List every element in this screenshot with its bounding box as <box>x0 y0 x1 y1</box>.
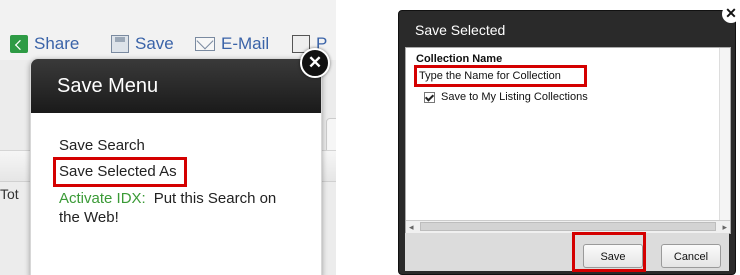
save-menu-title: Save Menu <box>31 59 321 113</box>
dialog-close-icon[interactable]: ✕ <box>722 5 740 23</box>
save-menu-popup: Save Menu Save Search Save Selected As A… <box>30 58 322 275</box>
share-icon <box>10 35 28 53</box>
collection-name-label: Collection Name <box>416 53 503 65</box>
save-selected-as-item[interactable]: Save Selected As <box>53 157 187 187</box>
save-menu-close-icon[interactable]: ✕ <box>300 48 330 78</box>
left-screenshot: Share Save E-Mail P Tot Save Menu Save S… <box>0 0 336 275</box>
save-to-collections-row[interactable]: Save to My Listing Collections <box>424 91 588 103</box>
save-button-highlight <box>572 232 646 272</box>
collection-name-input[interactable]: Type the Name for Collection <box>414 65 587 87</box>
scroll-left-arrow-icon[interactable]: ◂ <box>409 221 414 233</box>
save-to-collections-checkbox[interactable] <box>424 91 435 103</box>
email-button[interactable]: E-Mail <box>195 34 269 54</box>
dialog-content: Collection Name Type the Name for Collec… <box>405 47 731 234</box>
scroll-right-arrow-icon[interactable]: ▸ <box>722 221 727 233</box>
save-menu-body: Save Search Save Selected As Activate ID… <box>31 113 321 227</box>
background-total-text: Tot <box>0 186 19 202</box>
email-label: E-Mail <box>221 34 270 53</box>
save-label: Save <box>135 34 174 53</box>
save-search-item[interactable]: Save Search <box>59 133 321 159</box>
save-button[interactable]: Save <box>111 34 174 54</box>
background-tab <box>326 118 336 154</box>
save-to-collections-label: Save to My Listing Collections <box>441 91 588 103</box>
activate-idx-row: Activate IDX: Put this Search on the Web! <box>59 189 299 227</box>
dialog-title: Save Selected <box>415 22 506 38</box>
save-selected-dialog: Save Selected ✕ Collection Name Type the… <box>398 5 740 275</box>
share-button[interactable]: Share <box>10 34 79 54</box>
action-toolbar: Share Save E-Mail P <box>0 0 336 60</box>
horizontal-scrollbar[interactable]: ◂ ▸ <box>406 220 730 233</box>
horizontal-scroll-thumb[interactable] <box>420 222 716 231</box>
dialog-footer: Save Cancel <box>405 233 729 271</box>
vertical-scrollbar[interactable] <box>719 48 730 220</box>
disk-icon <box>111 35 129 53</box>
activate-idx-link[interactable]: Activate IDX: <box>59 190 146 207</box>
dialog-cancel-button[interactable]: Cancel <box>661 244 721 268</box>
envelope-icon <box>195 37 215 51</box>
share-label: Share <box>34 34 80 53</box>
